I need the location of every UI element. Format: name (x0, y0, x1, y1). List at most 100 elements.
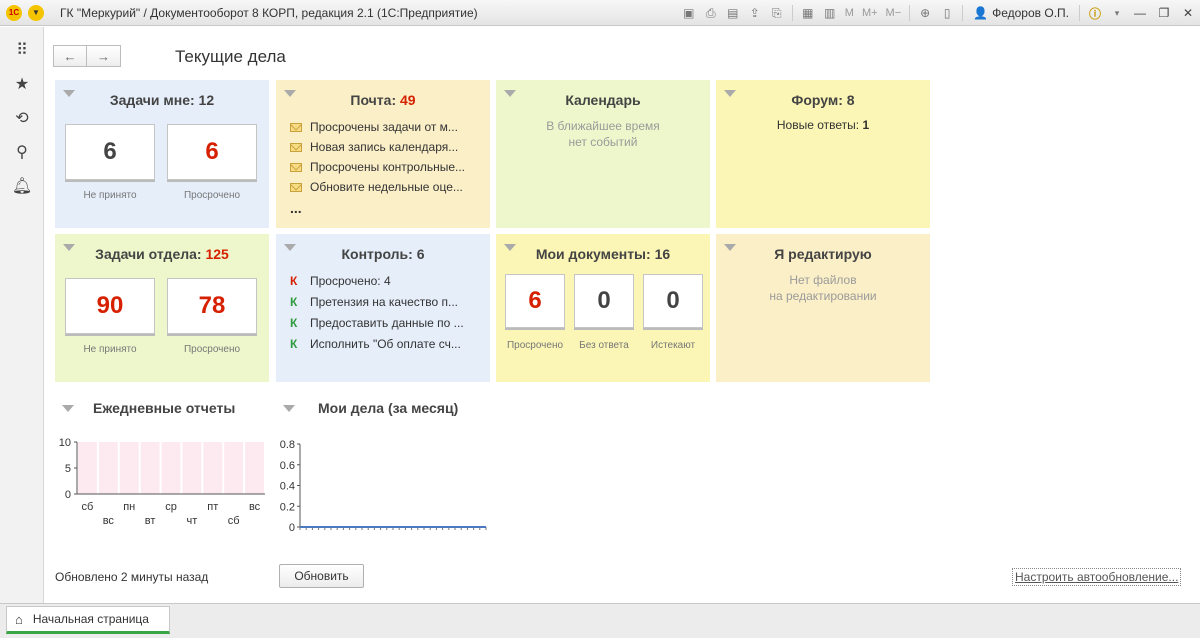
window-titlebar: 1С ▼ ГК "Меркурий" / Документооборот 8 К… (0, 0, 1200, 26)
collapse-triangle-icon[interactable] (504, 244, 516, 251)
notifications-bell-icon[interactable]: 🔔︎ (0, 169, 44, 203)
calendar-empty-line2: нет событий (568, 135, 638, 149)
tab-home-page[interactable]: ⌂ Начальная страница (6, 606, 170, 634)
y-tick-label: 0.2 (280, 501, 295, 513)
y-tick-label: 10 (59, 437, 71, 449)
favorites-star-icon[interactable]: ★ (0, 67, 44, 101)
apps-grid-icon[interactable]: ⠿ (0, 33, 44, 67)
x-tick-label: сб (228, 515, 240, 527)
bar-slot-background (119, 442, 139, 494)
control-mark-icon: К (290, 274, 298, 288)
print-preview-icon[interactable]: ⎘ (768, 4, 786, 22)
count-box-no-answer[interactable]: 0 (574, 274, 634, 328)
bar-slot-background (245, 442, 264, 494)
x-tick-label: вт (145, 515, 156, 527)
editing-empty-line1: Нет файлов (789, 273, 857, 287)
toolbar-separator (791, 5, 793, 21)
box-label: Без ответа (579, 340, 629, 351)
collapse-triangle-icon[interactable] (284, 90, 296, 97)
tile-title: Я редактирую (774, 246, 872, 262)
memory-m-button[interactable]: M (843, 4, 856, 22)
upload-icon[interactable]: ⇪ (746, 4, 764, 22)
collapse-triangle-icon[interactable] (283, 405, 295, 412)
control-mark-icon: К (290, 337, 298, 351)
chevron-down-icon[interactable]: ▾ (1108, 4, 1126, 22)
memory-minus-button[interactable]: M− (884, 4, 904, 22)
tile-mail[interactable]: Почта: 49 Просрочены задачи от м... Нова… (276, 80, 490, 228)
y-tick-label: 0 (289, 522, 295, 534)
tile-tasks-dept[interactable]: Задачи отдела: 125 90 78 Не принято Прос… (55, 234, 269, 382)
panels-icon[interactable]: ▯ (938, 4, 956, 22)
restore-button[interactable]: ❐ (1152, 3, 1176, 23)
zoom-icon[interactable]: ⊕ (916, 4, 934, 22)
envelope-icon (290, 182, 302, 192)
minimize-button[interactable]: — (1128, 3, 1152, 23)
tile-editing[interactable]: Я редактирую Нет файлов на редактировани… (716, 234, 930, 382)
count-box-expiring[interactable]: 0 (643, 274, 703, 328)
box-label: Просрочено (183, 344, 241, 355)
updated-status: Обновлено 2 минуты назад (55, 570, 209, 584)
tile-title: Календарь (565, 92, 641, 108)
save-icon[interactable]: ▣ (680, 4, 698, 22)
count-box-overdue[interactable]: 6 (505, 274, 565, 328)
y-tick-label: 0 (65, 489, 71, 501)
tile-tasks-me[interactable]: Задачи мне: 12 6 6 Не принято Просрочено (55, 80, 269, 228)
daily-reports-title: Ежедневные отчеты (93, 400, 236, 416)
autoupdate-settings-link[interactable]: Настроить автообновление... (1012, 568, 1182, 586)
main-menu-button[interactable]: ▼ (28, 4, 44, 21)
collapse-triangle-icon[interactable] (63, 90, 75, 97)
preview-icon[interactable]: ▤ (724, 4, 742, 22)
x-tick-label: вс (249, 501, 261, 513)
control-item[interactable]: К Предоставить данные по ... (290, 316, 464, 330)
mail-item[interactable]: Обновите недельные оце... (290, 180, 463, 194)
toolbar-separator (962, 5, 964, 21)
control-item[interactable]: К Просрочено: 4 (290, 274, 391, 288)
search-icon[interactable]: ⚲ (0, 135, 44, 169)
tile-forum[interactable]: Форум: 8 Новые ответы: 1 (716, 80, 930, 228)
close-button[interactable]: ✕ (1176, 3, 1200, 23)
window-title: ГК "Меркурий" / Документооборот 8 КОРП, … (60, 5, 478, 20)
calculator-icon[interactable]: ▦ (799, 4, 817, 22)
user-menu[interactable]: 👤 Федоров О.П. (973, 6, 1069, 20)
x-tick-label: вс (103, 515, 115, 527)
forward-arrow-icon[interactable]: → (87, 45, 121, 67)
tile-calendar[interactable]: Календарь В ближайшее время нет событий (496, 80, 710, 228)
mail-item[interactable]: Просрочены контрольные... (290, 160, 465, 174)
count-box-not-accepted[interactable]: 90 (65, 278, 155, 334)
bar-slot-background (98, 442, 118, 494)
bar-slot-background (78, 442, 97, 494)
history-icon[interactable]: ⟲ (0, 101, 44, 135)
collapse-triangle-icon[interactable] (504, 90, 516, 97)
count-box-not-accepted[interactable]: 6 (65, 124, 155, 180)
tile-title: Почта: 49 (350, 92, 416, 108)
control-item[interactable]: К Претензия на качество п... (290, 295, 458, 309)
forum-new-answers[interactable]: Новые ответы: 1 (716, 118, 930, 132)
mail-more[interactable]: ... (290, 200, 302, 216)
refresh-button[interactable]: Обновить (279, 564, 364, 588)
calendar-icon[interactable]: ▥ (821, 4, 839, 22)
control-item[interactable]: К Исполнить "Об оплате сч... (290, 337, 461, 351)
collapse-triangle-icon[interactable] (284, 244, 296, 251)
count-box-overdue[interactable]: 6 (167, 124, 257, 180)
y-tick-label: 5 (65, 463, 71, 475)
x-tick-label: пт (207, 501, 218, 513)
count-box-overdue[interactable]: 78 (167, 278, 257, 334)
mail-item[interactable]: Просрочены задачи от м... (290, 120, 458, 134)
x-tick-label: ср (165, 501, 177, 513)
memory-plus-button[interactable]: M+ (860, 4, 880, 22)
mail-item[interactable]: Новая запись календаря... (290, 140, 458, 154)
collapse-triangle-icon[interactable] (62, 405, 74, 412)
tile-title: Контроль: 6 (341, 246, 425, 262)
bottom-tabs-bar: ⌂ Начальная страница (0, 603, 1200, 638)
collapse-triangle-icon[interactable] (724, 244, 736, 251)
collapse-triangle-icon[interactable] (63, 244, 75, 251)
back-arrow-icon[interactable]: ← (53, 45, 87, 67)
tile-control[interactable]: Контроль: 6 К Просрочено: 4 К Претензия на… (276, 234, 490, 382)
envelope-icon (290, 162, 302, 172)
print-icon[interactable]: ⎙ (702, 4, 720, 22)
collapse-triangle-icon[interactable] (724, 90, 736, 97)
info-icon[interactable]: ⓘ (1086, 4, 1104, 22)
calendar-empty-line1: В ближайшее время (546, 119, 660, 133)
bar-slot-background (224, 442, 244, 494)
tile-my-docs[interactable]: Мои документы: 16 6 0 0 Просрочено Без о… (496, 234, 710, 382)
